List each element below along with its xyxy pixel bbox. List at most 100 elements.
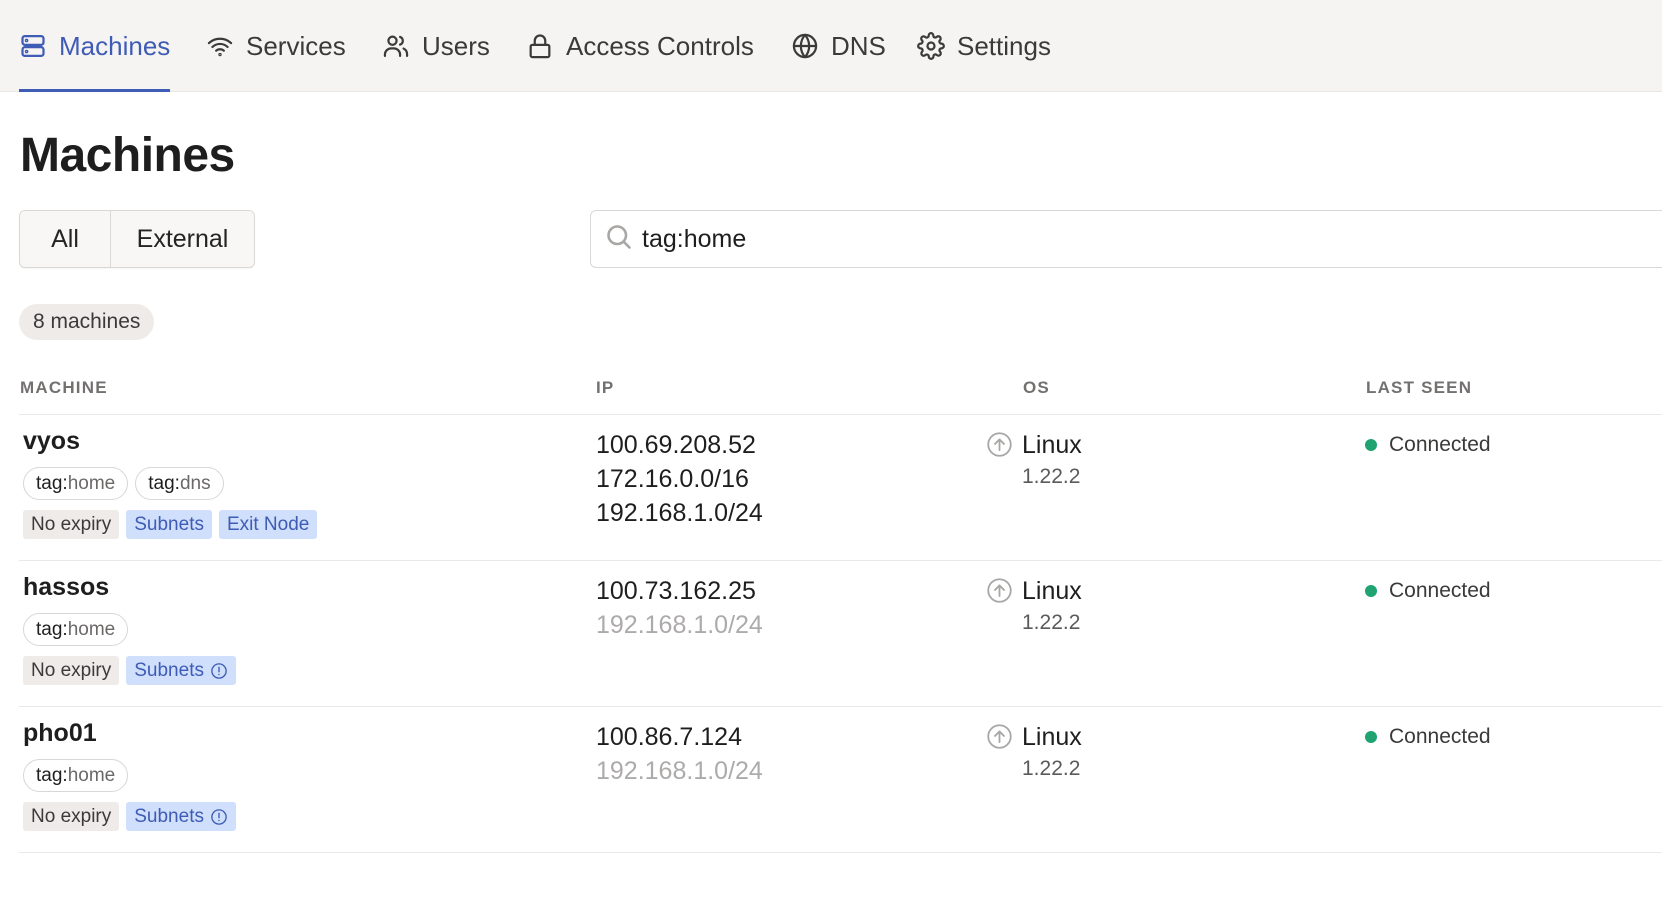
status-text: Connected <box>1389 725 1491 748</box>
ip-addresses: 100.86.7.124 192.168.1.0/24 <box>596 720 763 788</box>
nav-tab-label: Access Controls <box>566 30 754 61</box>
ip-address[interactable]: 100.86.7.124 <box>596 720 763 754</box>
filter-external-button[interactable]: External <box>111 211 254 267</box>
tag-value: dns <box>179 472 211 494</box>
column-header-machine[interactable]: MACHINE <box>20 378 108 398</box>
nav-tab-dns[interactable]: DNS <box>791 0 886 92</box>
tag-chip: tag: home <box>23 759 129 792</box>
update-available-icon[interactable] <box>986 577 1013 604</box>
machine-tags: tag: home <box>23 759 129 792</box>
no-expiry-badge: No expiry <box>23 510 120 539</box>
tag-chip: tag: home <box>23 613 129 646</box>
status-text: Connected <box>1389 579 1491 602</box>
last-seen-status: Connected <box>1365 575 1491 607</box>
nav-tab-label: Services <box>246 30 346 61</box>
badge-label: Subnets <box>134 513 204 535</box>
table-row[interactable]: vyos tag: home tag: dns No expiry Subnets … <box>19 415 1662 561</box>
nav-tab-machines[interactable]: Machines <box>19 0 171 92</box>
machine-badges: No expiry Subnets <box>23 802 236 831</box>
machine-count-badge: 8 machines <box>19 304 155 340</box>
lock-icon <box>526 32 554 60</box>
ip-addresses: 100.69.208.52 172.16.0.0/16 192.168.1.0/… <box>596 428 763 530</box>
badge-label: Subnets <box>134 805 204 827</box>
tag-value: home <box>67 472 116 494</box>
update-available-icon[interactable] <box>986 431 1013 458</box>
info-icon[interactable] <box>210 662 228 680</box>
os-name: Linux <box>1022 431 1082 459</box>
gear-icon <box>917 32 945 60</box>
page-title: Machines <box>20 129 235 182</box>
tag-value: home <box>67 618 116 640</box>
tag-chip: tag: home <box>23 467 129 500</box>
column-header-ip[interactable]: IP <box>596 378 614 398</box>
wifi-icon <box>206 32 234 60</box>
os-name: Linux <box>1022 723 1082 751</box>
status-text: Connected <box>1389 433 1491 456</box>
client-version: 1.22.2 <box>1022 465 1081 488</box>
exit-node-badge: Exit Node <box>218 510 318 539</box>
connected-status-dot-icon <box>1365 731 1377 743</box>
subnet-route: 172.16.0.0/16 <box>596 465 749 493</box>
table-row[interactable]: pho01 tag: home No expiry Subnets 100.86.… <box>19 707 1662 853</box>
search-field <box>590 210 1662 268</box>
machine-tags: tag: home <box>23 613 129 646</box>
filter-all-button[interactable]: All <box>20 211 111 267</box>
badge-label: Exit Node <box>226 513 310 535</box>
tag-chip: tag: dns <box>135 467 224 500</box>
tag-prefix: tag: <box>36 472 68 494</box>
os-cell: Linux 1.22.2 <box>986 428 1082 492</box>
client-version: 1.22.2 <box>1022 757 1081 780</box>
last-seen-status: Connected <box>1365 721 1491 753</box>
no-expiry-badge: No expiry <box>23 802 120 831</box>
table-row[interactable]: hassos tag: home No expiry Subnets 100.73… <box>19 561 1662 707</box>
machine-badges: No expiry Subnets <box>23 656 236 685</box>
column-header-last-seen[interactable]: LAST SEEN <box>1366 378 1472 398</box>
search-input[interactable] <box>642 224 1542 254</box>
tag-value: home <box>67 764 116 786</box>
machine-tags: tag: home tag: dns <box>23 467 224 500</box>
unapproved-subnet-route: 192.168.1.0/24 <box>596 757 763 785</box>
subnets-badge: Subnets <box>126 510 212 539</box>
ip-address[interactable]: 100.69.208.52 <box>596 428 763 462</box>
no-expiry-badge: No expiry <box>23 656 120 685</box>
server-icon <box>19 32 47 60</box>
unapproved-subnet-route: 192.168.1.0/24 <box>596 611 763 639</box>
os-name: Linux <box>1022 577 1082 605</box>
machine-filter-toggle: All External <box>19 210 255 268</box>
nav-tab-settings[interactable]: Settings <box>917 0 1051 92</box>
machine-name[interactable]: vyos <box>23 427 80 456</box>
machine-name[interactable]: hassos <box>23 573 109 602</box>
machine-name[interactable]: pho01 <box>23 719 97 748</box>
update-available-icon[interactable] <box>986 723 1013 750</box>
nav-tab-users[interactable]: Users <box>382 0 490 92</box>
search-icon <box>605 223 633 256</box>
globe-icon <box>791 32 819 60</box>
nav-tab-access-controls[interactable]: Access Controls <box>526 0 754 92</box>
top-navigation: Machines Services Users Access Controls … <box>0 0 1662 92</box>
subnets-badge[interactable]: Subnets <box>126 802 236 831</box>
info-icon[interactable] <box>210 808 228 826</box>
nav-tab-label: Machines <box>59 30 171 61</box>
subnet-route: 192.168.1.0/24 <box>596 499 763 527</box>
connected-status-dot-icon <box>1365 439 1377 451</box>
connected-status-dot-icon <box>1365 585 1377 597</box>
tag-prefix: tag: <box>148 472 180 494</box>
nav-tab-services[interactable]: Services <box>206 0 346 92</box>
nav-tab-label: Settings <box>957 30 1051 61</box>
ip-address[interactable]: 100.73.162.25 <box>596 574 763 608</box>
last-seen-status: Connected <box>1365 429 1491 461</box>
subnets-badge[interactable]: Subnets <box>126 656 236 685</box>
badge-label: No expiry <box>31 513 112 535</box>
os-cell: Linux 1.22.2 <box>986 720 1082 784</box>
badge-label: No expiry <box>31 659 112 681</box>
tag-prefix: tag: <box>36 764 68 786</box>
client-version: 1.22.2 <box>1022 611 1081 634</box>
users-icon <box>382 32 410 60</box>
nav-tab-label: Users <box>422 30 490 61</box>
tag-prefix: tag: <box>36 618 68 640</box>
ip-addresses: 100.73.162.25 192.168.1.0/24 <box>596 574 763 642</box>
column-header-os[interactable]: OS <box>1023 378 1050 398</box>
os-cell: Linux 1.22.2 <box>986 574 1082 638</box>
badge-label: Subnets <box>134 659 204 681</box>
badge-label: No expiry <box>31 805 112 827</box>
